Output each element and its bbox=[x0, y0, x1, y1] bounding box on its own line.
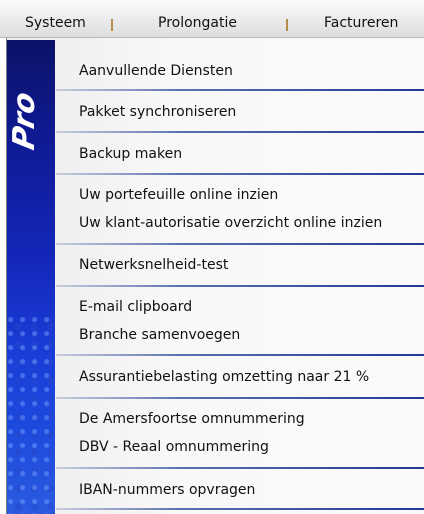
menu-item-backup-maken[interactable]: Backup maken bbox=[79, 145, 182, 163]
menu-divider bbox=[56, 397, 424, 399]
menu-item-portefeuille-online[interactable]: Uw portefeuille online inzien bbox=[79, 186, 278, 204]
sidebar-pattern bbox=[7, 314, 55, 514]
menu-item-iban-nummers[interactable]: IBAN-nummers opvragen bbox=[79, 481, 255, 499]
menu-item-aanvullende-diensten[interactable]: Aanvullende Diensten bbox=[79, 62, 233, 80]
menu-divider bbox=[56, 354, 424, 356]
menu-item-klant-autorisatie[interactable]: Uw klant-autorisatie overzicht online in… bbox=[79, 214, 382, 232]
menu-divider bbox=[56, 173, 424, 175]
menu-factureren[interactable]: Factureren bbox=[324, 15, 398, 31]
menu-systeem[interactable]: Systeem bbox=[25, 15, 86, 31]
menu-divider bbox=[56, 467, 424, 469]
sidebar-banner: Pro bbox=[7, 40, 55, 514]
menu-item-branche-samenvoegen[interactable]: Branche samenvoegen bbox=[79, 326, 240, 344]
menu-divider bbox=[56, 285, 424, 287]
menu-prolongatie[interactable]: Prolongatie bbox=[158, 15, 237, 31]
menu-item-amersfoortse-omnummering[interactable]: De Amersfoortse omnummering bbox=[79, 410, 305, 428]
menu-divider bbox=[56, 508, 424, 510]
menu-separator bbox=[111, 19, 113, 31]
menu-divider bbox=[56, 89, 424, 91]
menu-bar: Systeem Prolongatie Factureren bbox=[0, 0, 424, 38]
menu-item-assurantiebelasting[interactable]: Assurantiebelasting omzetting naar 21 % bbox=[79, 368, 369, 386]
menu-divider bbox=[56, 243, 424, 245]
menu-item-dbv-reaal-omnummering[interactable]: DBV - Reaal omnummering bbox=[79, 438, 269, 456]
menu-item-email-clipboard[interactable]: E-mail clipboard bbox=[79, 298, 192, 316]
menu-item-netwerksnelheid-test[interactable]: Netwerksnelheid-test bbox=[79, 256, 228, 274]
menu-divider bbox=[56, 131, 424, 133]
menu-separator bbox=[286, 19, 288, 31]
pro-logo: Pro bbox=[7, 88, 42, 153]
menu-item-pakket-synchroniseren[interactable]: Pakket synchroniseren bbox=[79, 103, 236, 121]
